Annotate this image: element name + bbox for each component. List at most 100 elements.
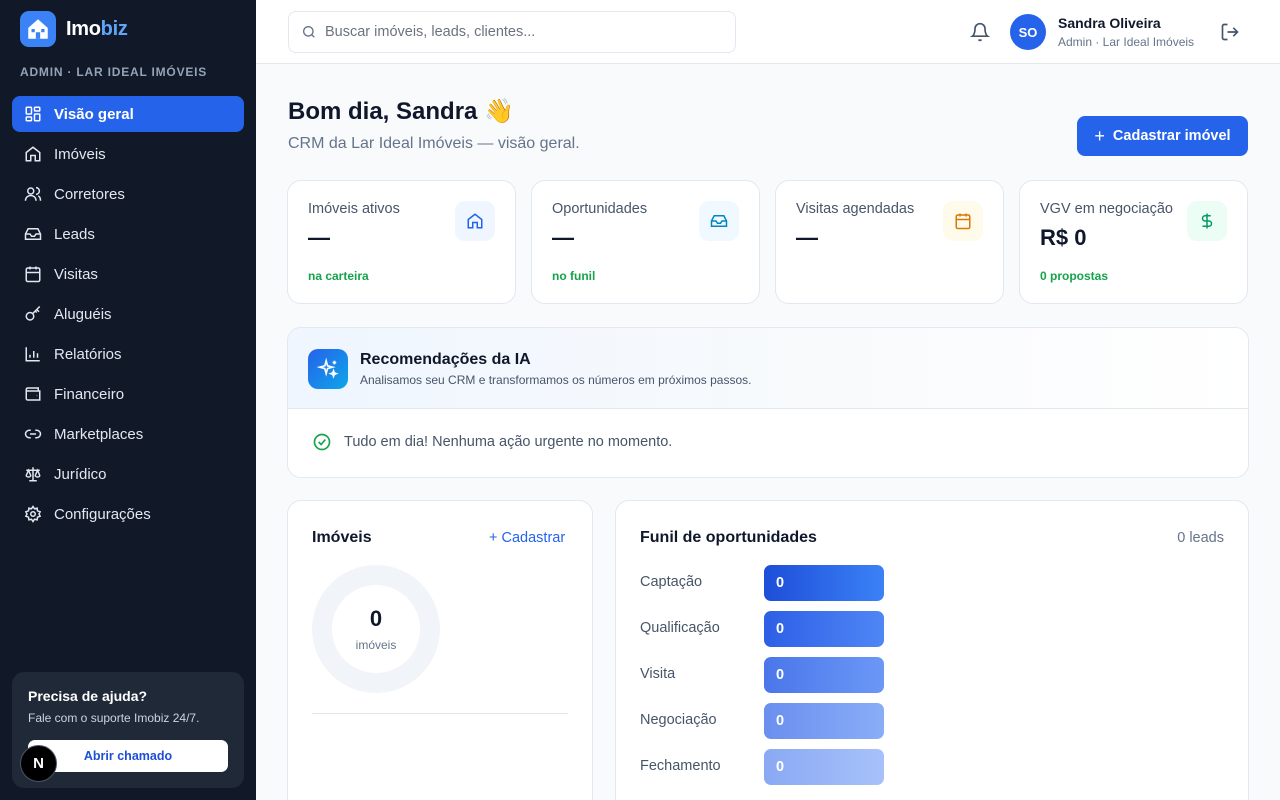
sidebar-item-relatorios[interactable]: Relatórios [12, 336, 244, 372]
sidebar-item-label: Jurídico [54, 465, 107, 483]
sidebar-item-alugueis[interactable]: Aluguéis [12, 296, 244, 332]
search-input[interactable] [325, 24, 715, 40]
funnel-stage-bar: 0 [764, 749, 884, 785]
properties-title: Imóveis [312, 529, 372, 546]
scale-icon [25, 467, 41, 482]
stat-card-visitas-agendadas: Visitas agendadas — [775, 180, 1004, 304]
properties-total: 0 [369, 606, 383, 631]
sidebar-item-financeiro[interactable]: Financeiro [12, 376, 244, 412]
calendar-icon [25, 266, 41, 283]
sidebar-item-juridico[interactable]: Jurídico [12, 456, 244, 492]
funnel-leads-count: 0 leads [1177, 530, 1224, 546]
stat-card-vgv: VGV em negociação R$ 0 0 propostas [1019, 180, 1248, 304]
n-badge[interactable]: N [20, 745, 57, 782]
divider [312, 713, 568, 714]
avatar[interactable]: SO [1010, 14, 1046, 50]
sidebar-item-corretores[interactable]: Corretores [12, 176, 244, 212]
logo-icon [20, 11, 56, 47]
stat-note: no funil [552, 269, 596, 283]
calendar-icon [943, 201, 983, 241]
dollar-icon [1187, 201, 1227, 241]
sidebar-item-label: Configurações [54, 505, 151, 523]
sidebar-item-label: Imóveis [54, 145, 106, 163]
funnel-stage-bar: 0 [764, 703, 884, 739]
sidebar-item-label: Corretores [54, 185, 125, 203]
bar-chart-icon [25, 347, 40, 362]
sidebar-item-imoveis[interactable]: Imóveis [12, 136, 244, 172]
page-title: Bom dia, Sandra 👋 [288, 98, 514, 125]
funnel-stage-bar: 0 [764, 565, 884, 601]
brand-name-main: Imo [66, 17, 101, 40]
sidebar-item-configuracoes[interactable]: Configurações [12, 496, 244, 532]
funnel-stage-label: Fechamento [640, 758, 721, 774]
home-icon [455, 201, 495, 241]
ai-subtitle: Analisamos seu CRM e transformamos os nú… [360, 373, 752, 387]
key-icon [25, 305, 41, 321]
page-subtitle: CRM da Lar Ideal Imóveis — visão geral. [288, 135, 580, 152]
stat-note: na carteira [308, 269, 369, 283]
funnel-card: Funil de oportunidades 0 leads Captação … [615, 500, 1249, 800]
funnel-stage-qualificacao[interactable]: Qualificação 0 [640, 611, 940, 647]
brand-name: Imobiz [66, 18, 128, 41]
check-circle-icon [313, 433, 331, 451]
ai-title: Recomendações da IA [360, 351, 531, 368]
top-header: SO Sandra Oliveira Admin · Lar Ideal Imó… [256, 0, 1280, 64]
sidebar-item-label: Financeiro [54, 385, 125, 403]
add-property-button[interactable]: + Cadastrar imóvel [1077, 116, 1248, 156]
sidebar-item-label: Aluguéis [54, 305, 112, 323]
funnel-title: Funil de oportunidades [640, 529, 817, 546]
sidebar-item-visao-geral[interactable]: Visão geral [12, 96, 244, 132]
stat-card-oportunidades: Oportunidades — no funil [531, 180, 760, 304]
help-subtitle: Fale com o suporte Imobiz 24/7. [28, 711, 200, 725]
ai-recommendations-card: Recomendações da IA Analisamos seu CRM e… [287, 327, 1249, 478]
gear-icon [24, 505, 42, 523]
ai-status: Tudo em dia! Nenhuma ação urgente no mom… [312, 432, 672, 452]
plus-icon: + [1094, 126, 1105, 146]
wallet-icon [25, 387, 41, 401]
open-ticket-button[interactable]: Abrir chamado [28, 740, 228, 772]
logout-icon[interactable] [1218, 20, 1242, 44]
help-title: Precisa de ajuda? [28, 688, 148, 704]
users-icon [24, 186, 42, 201]
add-property-link[interactable]: + Cadastrar [489, 530, 565, 546]
sidebar: Imobiz ADMIN · LAR IDEAL IMÓVEIS Visão g… [0, 0, 256, 800]
sidebar-item-label: Marketplaces [54, 425, 144, 443]
ai-status-text: Tudo em dia! Nenhuma ação urgente no mom… [344, 434, 673, 450]
sidebar-item-marketplaces[interactable]: Marketplaces [12, 416, 244, 452]
funnel-stage-bar: 0 [764, 657, 884, 693]
sidebar-item-visitas[interactable]: Visitas [12, 256, 244, 292]
sidebar-item-label: Visão geral [54, 105, 134, 123]
funnel-stage-bar: 0 [764, 611, 884, 647]
user-name: Sandra Oliveira [1058, 15, 1161, 31]
sidebar-item-leads[interactable]: Leads [12, 216, 244, 252]
sidebar-item-label: Leads [54, 225, 95, 243]
search-icon [303, 26, 315, 38]
funnel-stage-label: Qualificação [640, 620, 720, 636]
search-box [288, 11, 736, 53]
sidebar-item-label: Visitas [54, 265, 98, 283]
funnel-stage-label: Captação [640, 574, 703, 590]
sparkles-icon [308, 349, 348, 389]
add-property-label: Cadastrar imóvel [1112, 128, 1231, 144]
properties-unit: imóveis [355, 638, 397, 652]
brand-name-accent: biz [100, 17, 128, 40]
sidebar-item-label: Relatórios [54, 345, 122, 363]
funnel-stage-captacao[interactable]: Captação 0 [640, 565, 940, 601]
properties-card: Imóveis + Cadastrar 0 imóveis [287, 500, 593, 800]
funnel-stage-fechamento[interactable]: Fechamento 0 [640, 749, 940, 785]
stat-card-imoveis-ativos: Imóveis ativos — na carteira [287, 180, 516, 304]
notifications-bell-icon[interactable] [968, 20, 992, 44]
inbox-icon [699, 201, 739, 241]
funnel-stage-label: Visita [640, 666, 676, 682]
stat-note: 0 propostas [1040, 269, 1109, 283]
ai-card-header: Recomendações da IA Analisamos seu CRM e… [288, 328, 1248, 409]
org-label: ADMIN · LAR IDEAL IMÓVEIS [20, 65, 208, 79]
funnel-stage-negociacao[interactable]: Negociação 0 [640, 703, 940, 739]
user-role: Admin · Lar Ideal Imóveis [1058, 35, 1195, 49]
home-icon [25, 146, 41, 162]
brand[interactable]: Imobiz [20, 11, 128, 47]
link-icon [24, 429, 42, 439]
sidebar-nav: Visão geral Imóveis Corretores Leads Vis… [12, 96, 244, 536]
grid-icon [25, 106, 41, 122]
funnel-stage-visita[interactable]: Visita 0 [640, 657, 940, 693]
